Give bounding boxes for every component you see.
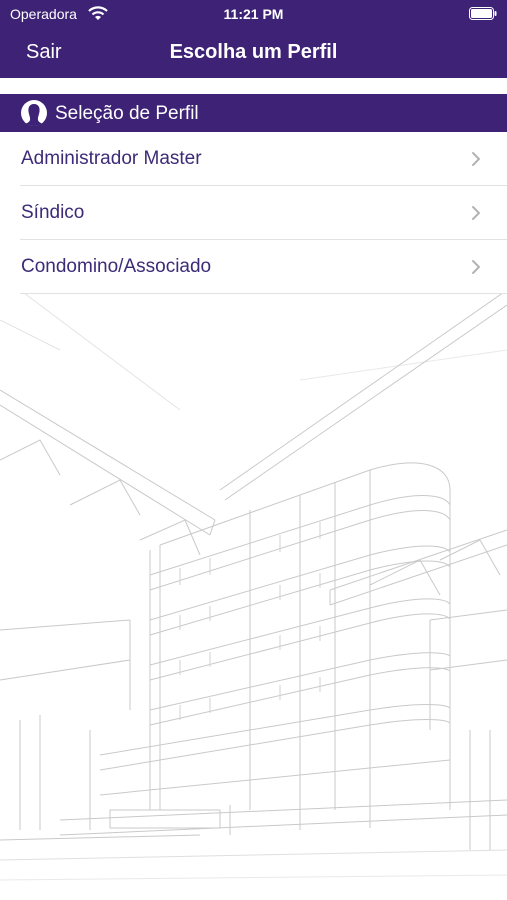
chevron-right-icon	[472, 206, 480, 220]
building-sketch-background	[0, 290, 507, 881]
battery-icon	[469, 7, 497, 20]
page-title: Escolha um Perfil	[169, 41, 338, 63]
profile-item-sindico[interactable]: Síndico	[0, 186, 507, 240]
profile-item-label: Administrador Master	[21, 148, 202, 169]
chevron-right-icon	[472, 152, 480, 166]
profile-item-condomino-associado[interactable]: Condomino/Associado	[0, 240, 507, 294]
profile-item-administrador-master[interactable]: Administrador Master	[0, 132, 507, 186]
status-bar: Operadora 11:21 PM	[0, 0, 507, 30]
divider	[20, 293, 507, 294]
section-title: Seleção de Perfil	[55, 103, 199, 124]
profile-list: Administrador Master Síndico Condomino/A…	[0, 132, 507, 294]
profile-item-label: Condomino/Associado	[21, 256, 212, 277]
section-header: Seleção de Perfil	[0, 94, 507, 132]
chevron-right-icon	[472, 260, 480, 274]
user-silhouette-icon	[21, 100, 47, 126]
navigation-bar: Sair Escolha um Perfil	[0, 30, 507, 78]
profile-item-label: Síndico	[21, 202, 85, 223]
status-time: 11:21 PM	[223, 6, 284, 22]
